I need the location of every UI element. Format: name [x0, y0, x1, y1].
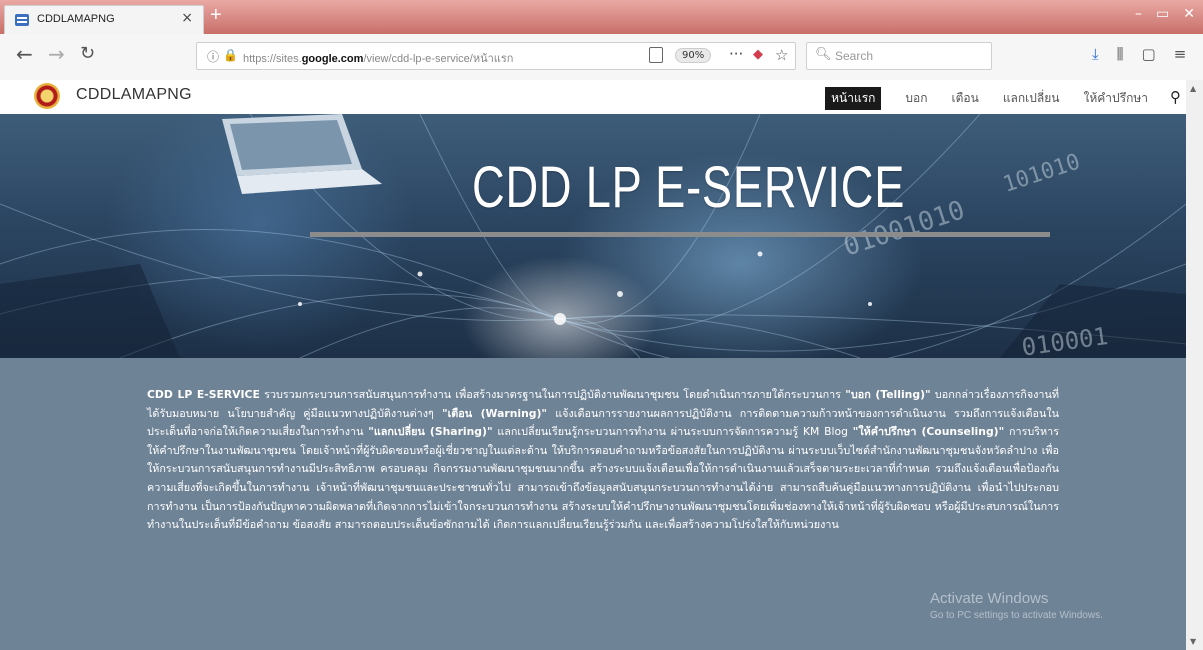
library-icon[interactable]: ⫼ [1117, 45, 1124, 63]
download-icon[interactable]: ⤓ [1092, 45, 1099, 63]
sidebar-icon[interactable]: ▢ [1142, 45, 1156, 63]
nav-warning[interactable]: เตือน [952, 89, 979, 108]
sharing-label: "แลกเปลี่ยน (Sharing)" [368, 425, 493, 439]
address-bar[interactable]: ⓘ 🔒 https://sites.google.com/view/cdd-lp… [196, 42, 796, 70]
maximize-icon[interactable]: ▭ [1156, 6, 1169, 22]
lock-icon[interactable]: 🔒 [223, 48, 238, 62]
intro-paragraph: CDD LP E-SERVICE รวบรวมกระบวนการสนับสนุน… [147, 386, 1059, 535]
hero-underline [310, 232, 1050, 237]
url-text[interactable]: https://sites.google.com/view/cdd-lp-e-s… [243, 49, 513, 67]
search-icon: 🔍︎ [815, 47, 832, 62]
activate-windows-watermark: Activate Windows Go to PC settings to ac… [930, 590, 1103, 621]
site-favicon-icon [15, 14, 29, 26]
toolbar-icons: ⤓ ⫼ ▢ ≡ [1092, 45, 1203, 63]
activate-title: Activate Windows [930, 590, 1049, 607]
zoom-level[interactable]: 90% [675, 48, 712, 63]
counseling-label: "ให้คำปรึกษา (Counseling)" [852, 425, 1005, 439]
hero-title: CDD LP E-SERVICE [472, 155, 906, 220]
nav-home[interactable]: หน้าแรก [825, 87, 882, 110]
back-icon[interactable]: ← [16, 42, 33, 66]
scroll-down-icon[interactable]: ▼ [1190, 637, 1196, 646]
tab-close-button[interactable]: × [181, 10, 193, 26]
paragraph-part: รวบรวมกระบวนการสนับสนุนการทำงาน เพื่อสร้… [259, 388, 846, 401]
browser-tab[interactable]: CDDLAMAPNG × [4, 5, 204, 34]
menu-icon[interactable]: ≡ [1174, 45, 1187, 63]
lead-text: CDD LP E-SERVICE [147, 388, 260, 401]
telling-label: "บอก (Telling)" [845, 388, 931, 401]
tab-title: CDDLAMAPNG [37, 13, 115, 25]
site-name[interactable]: CDDLAMAPNG [76, 86, 192, 104]
pocket-icon[interactable]: ◆ [753, 47, 763, 62]
site-header: CDDLAMAPNG หน้าแรก บอก เตือน แลกเปลี่ยน ให้ค… [0, 80, 1203, 114]
more-actions-icon[interactable]: ··· [729, 45, 743, 63]
new-tab-button[interactable]: + [210, 4, 222, 27]
minimize-icon[interactable]: – [1135, 6, 1142, 22]
page-scrollbar[interactable]: ▲ ▼ [1186, 80, 1203, 650]
reload-icon[interactable]: ↻ [80, 43, 95, 64]
reader-icon[interactable] [649, 47, 663, 63]
hero-banner: 01001010 101010 010001 CDD LP E-SERVICE [0, 114, 1186, 358]
nav-telling[interactable]: บอก [905, 89, 927, 108]
activate-subtitle: Go to PC settings to activate Windows. [930, 610, 1103, 621]
info-icon[interactable]: ⓘ [207, 48, 219, 65]
window-controls: – ▭ ✕ [1121, 6, 1195, 22]
close-window-icon[interactable]: ✕ [1183, 6, 1195, 22]
site-search-icon[interactable]: ⚲ [1170, 88, 1181, 106]
site-logo-icon[interactable] [34, 83, 60, 109]
search-placeholder: Search [835, 49, 874, 63]
scroll-up-icon[interactable]: ▲ [1190, 84, 1196, 93]
star-icon[interactable]: ☆ [775, 46, 788, 64]
intro-section: CDD LP E-SERVICE รวบรวมกระบวนการสนับสนุน… [0, 358, 1186, 650]
paragraph-part: การบริหารให้คำปรึกษาในงานพัฒนาชุมชน โดยเ… [147, 425, 1060, 532]
site-nav: หน้าแรก บอก เตือน แลกเปลี่ยน ให้คำปรึกษา ⚲ [801, 87, 1181, 110]
nav-counseling[interactable]: ให้คำปรึกษา [1083, 89, 1148, 108]
nav-sharing[interactable]: แลกเปลี่ยน [1003, 89, 1060, 108]
browser-toolbar: ← → ↻ ⓘ 🔒 https://sites.google.com/view/… [0, 34, 1203, 81]
paragraph-part: แลกเปลี่ยนเรียนรู้กระบวนการทำงาน ผ่านระบ… [492, 425, 853, 439]
warning-label: "เตือน (Warning)" [441, 406, 548, 420]
search-box[interactable]: 🔍︎ Search [806, 42, 992, 70]
tab-strip: CDDLAMAPNG × + – ▭ ✕ [0, 0, 1203, 34]
laptop-image [222, 114, 382, 194]
forward-icon[interactable]: → [48, 42, 65, 66]
